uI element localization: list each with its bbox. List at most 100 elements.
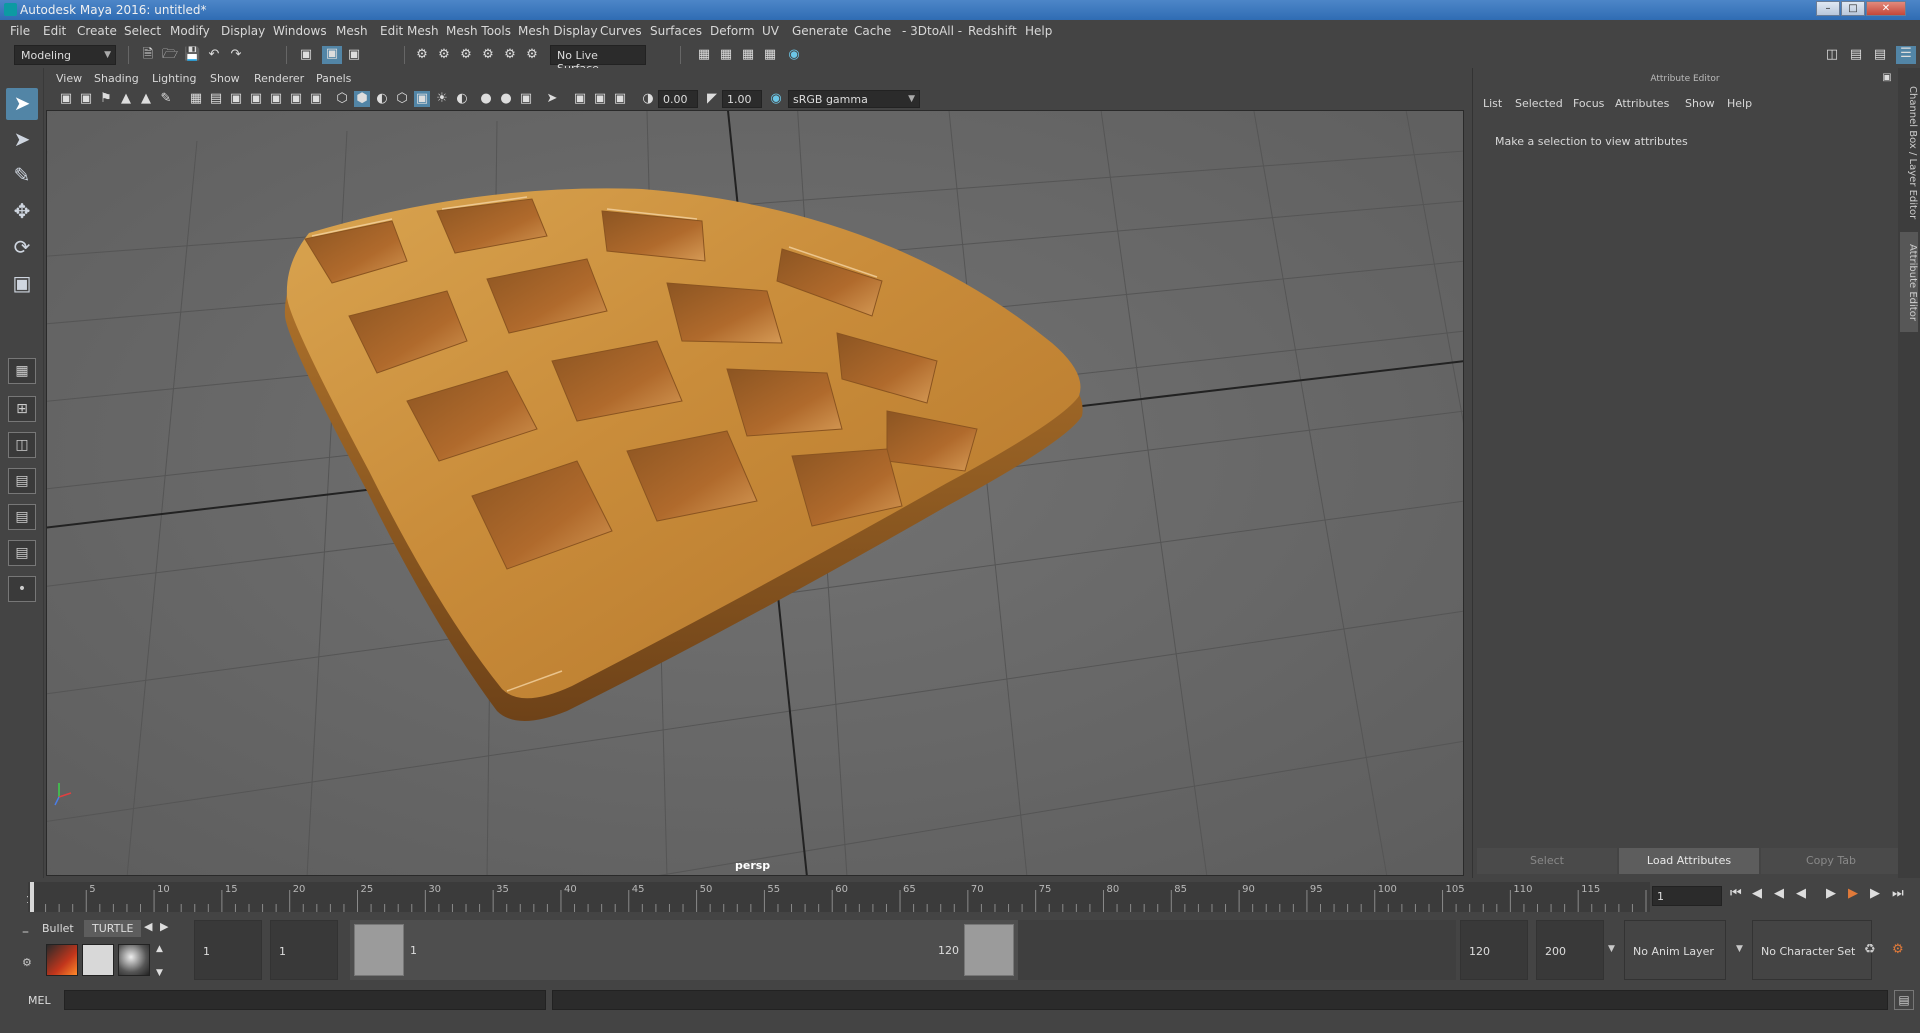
menu-help[interactable]: Help [1025, 24, 1052, 38]
textured-icon[interactable]: ▣ [414, 91, 430, 107]
menu-display[interactable]: Display [221, 24, 265, 38]
snap-surface-icon[interactable]: ⚙ [502, 47, 518, 63]
snap-vertex-icon[interactable]: ⚙ [524, 47, 540, 63]
outliner-layout-icon[interactable]: ▤ [8, 468, 36, 494]
range-slider-track[interactable]: 1 120 [350, 920, 1018, 980]
menu-edit-mesh[interactable]: Edit Mesh [380, 24, 439, 38]
ae-menu-show[interactable]: Show [1685, 97, 1715, 110]
menu-3dtoall[interactable]: - 3DtoAll - [902, 24, 962, 38]
shelf-scroll-right-icon[interactable]: ▶ [160, 920, 168, 933]
fluid-effect-icon[interactable] [46, 944, 78, 976]
time-slider-track[interactable]: 5 10 15 20 25 30 35 40 45 50 55 60 65 70 75 80 85 90 95 100… [28, 882, 1650, 912]
playback-end-field[interactable]: 120 [1460, 920, 1528, 980]
anim-layer-dropdown[interactable]: No Anim Layer [1624, 920, 1726, 980]
menu-file[interactable]: File [10, 24, 30, 38]
shelf-up-icon[interactable]: ▲ [156, 944, 163, 954]
load-attributes-button[interactable]: Load Attributes [1619, 848, 1759, 874]
range-end-handle[interactable] [964, 924, 1014, 976]
layout-options-icon[interactable]: • [8, 576, 36, 602]
viewport-menu-lighting[interactable]: Lighting [152, 72, 196, 85]
close-button[interactable]: ✕ [1866, 1, 1906, 16]
paint-select-tool-icon[interactable]: ✎ [6, 160, 38, 192]
current-frame-marker[interactable] [30, 882, 34, 912]
two-pane-layout-icon[interactable]: ◫ [8, 432, 36, 458]
select-component-icon[interactable]: ▣ [346, 47, 362, 63]
select-button[interactable]: Select [1477, 848, 1617, 874]
viewport-menu-shading[interactable]: Shading [94, 72, 139, 85]
grid-toggle-icon[interactable]: ▦ [188, 91, 204, 107]
live-surface-field[interactable]: No Live Surface [550, 45, 646, 75]
menu-mesh[interactable]: Mesh [336, 24, 368, 38]
menu-modify[interactable]: Modify [170, 24, 210, 38]
menu-curves[interactable]: Curves [600, 24, 642, 38]
shelf-collapse-icon[interactable]: – [22, 924, 29, 940]
viewport-persp[interactable]: persp [46, 110, 1464, 876]
select-hierarchy-icon[interactable]: ▣ [298, 47, 314, 63]
ipr-render-icon[interactable]: ▦ [740, 47, 756, 63]
snap-point-icon[interactable]: ⚙ [458, 47, 474, 63]
move-tool-icon[interactable]: ✥ [6, 196, 38, 228]
xray-joints-icon[interactable]: ▣ [592, 91, 608, 107]
select-tool-icon[interactable]: ➤ [6, 88, 38, 120]
copy-tab-button[interactable]: Copy Tab [1761, 848, 1901, 874]
open-scene-icon[interactable]: 🗁 [162, 47, 178, 63]
scene-end-field[interactable]: 200 [1536, 920, 1604, 980]
shadows-icon[interactable]: ◐ [454, 91, 470, 107]
menu-select[interactable]: Select [124, 24, 161, 38]
film-gate-icon[interactable]: ▤ [208, 91, 224, 107]
play-forward-icon[interactable]: ▶ [1826, 886, 1836, 901]
smooth-shade-icon[interactable]: ⬢ [354, 91, 370, 107]
character-set-dropdown[interactable]: No Character Set [1752, 920, 1872, 980]
camera-lock-icon[interactable]: ▣ [78, 91, 94, 107]
go-to-start-icon[interactable]: ⏮ [1730, 886, 1742, 901]
four-pane-layout-icon[interactable]: ⊞ [8, 396, 36, 422]
gamma-field[interactable]: 1.00 [722, 90, 762, 108]
command-language-label[interactable]: MEL [28, 994, 51, 1007]
current-frame-field[interactable]: 1 [1652, 886, 1722, 906]
undo-icon[interactable]: ↶ [206, 47, 222, 63]
playback-start-field[interactable]: 1 [270, 920, 338, 980]
multisample-aa-icon[interactable]: ▣ [518, 91, 534, 107]
safe-title-icon[interactable]: ▣ [308, 91, 324, 107]
attribute-editor-toggle-icon[interactable]: ▤ [1848, 47, 1864, 63]
gate-mask-icon[interactable]: ▣ [248, 91, 264, 107]
menu-mesh-display[interactable]: Mesh Display [518, 24, 598, 38]
hypershade-layout-icon[interactable]: ▤ [8, 540, 36, 566]
range-start-handle[interactable] [354, 924, 404, 976]
render-frame-icon[interactable]: ▦ [718, 47, 734, 63]
tab-attribute-editor[interactable]: Attribute Editor [1900, 232, 1918, 332]
exposure-field[interactable]: 0.00 [658, 90, 698, 108]
viewport-menu-view[interactable]: View [56, 72, 82, 85]
motion-blur-icon[interactable]: ● [498, 91, 514, 107]
render-view-icon[interactable]: ▦ [696, 47, 712, 63]
viewport-menu-show[interactable]: Show [210, 72, 240, 85]
sphere-material-icon[interactable] [118, 944, 150, 976]
snap-view-icon[interactable]: ⚙ [480, 47, 496, 63]
go-to-end-icon[interactable]: ⏭ [1892, 886, 1904, 901]
color-space-dropdown[interactable]: sRGB gamma ▼ [788, 90, 920, 108]
rotate-tool-icon[interactable]: ⟳ [6, 232, 38, 264]
auto-key-icon[interactable]: ♻ [1864, 942, 1876, 957]
step-back-frame-icon[interactable]: ◀ [1774, 886, 1784, 901]
graph-layout-icon[interactable]: ▤ [8, 504, 36, 530]
default-material-icon[interactable]: ◐ [374, 91, 390, 107]
resolution-gate-icon[interactable]: ▣ [228, 91, 244, 107]
play-backward-icon[interactable]: ◀ [1796, 886, 1806, 901]
isolate-select-icon[interactable]: ➤ [544, 91, 560, 107]
scale-tool-icon[interactable]: ▣ [6, 268, 38, 300]
two-d-pan-icon[interactable]: ▲ [138, 91, 154, 107]
save-scene-icon[interactable]: 💾 [184, 47, 200, 63]
snap-grid-icon[interactable]: ⚙ [414, 47, 430, 63]
menu-edit[interactable]: Edit [43, 24, 66, 38]
menu-deform[interactable]: Deform [710, 24, 755, 38]
wireframe-on-shaded-icon[interactable]: ⬡ [394, 91, 410, 107]
image-plane-icon[interactable]: ▲ [118, 91, 134, 107]
step-forward-frame-icon[interactable]: ▶ [1848, 886, 1858, 901]
wireframe-icon[interactable]: ⬡ [334, 91, 350, 107]
command-input[interactable] [64, 990, 546, 1010]
script-editor-icon[interactable]: ▤ [1894, 990, 1914, 1010]
ae-menu-help[interactable]: Help [1727, 97, 1752, 110]
channel-box-toggle-icon[interactable]: ☰ [1896, 46, 1916, 64]
snap-curve-icon[interactable]: ⚙ [436, 47, 452, 63]
new-scene-icon[interactable]: 🗎 [140, 47, 156, 63]
